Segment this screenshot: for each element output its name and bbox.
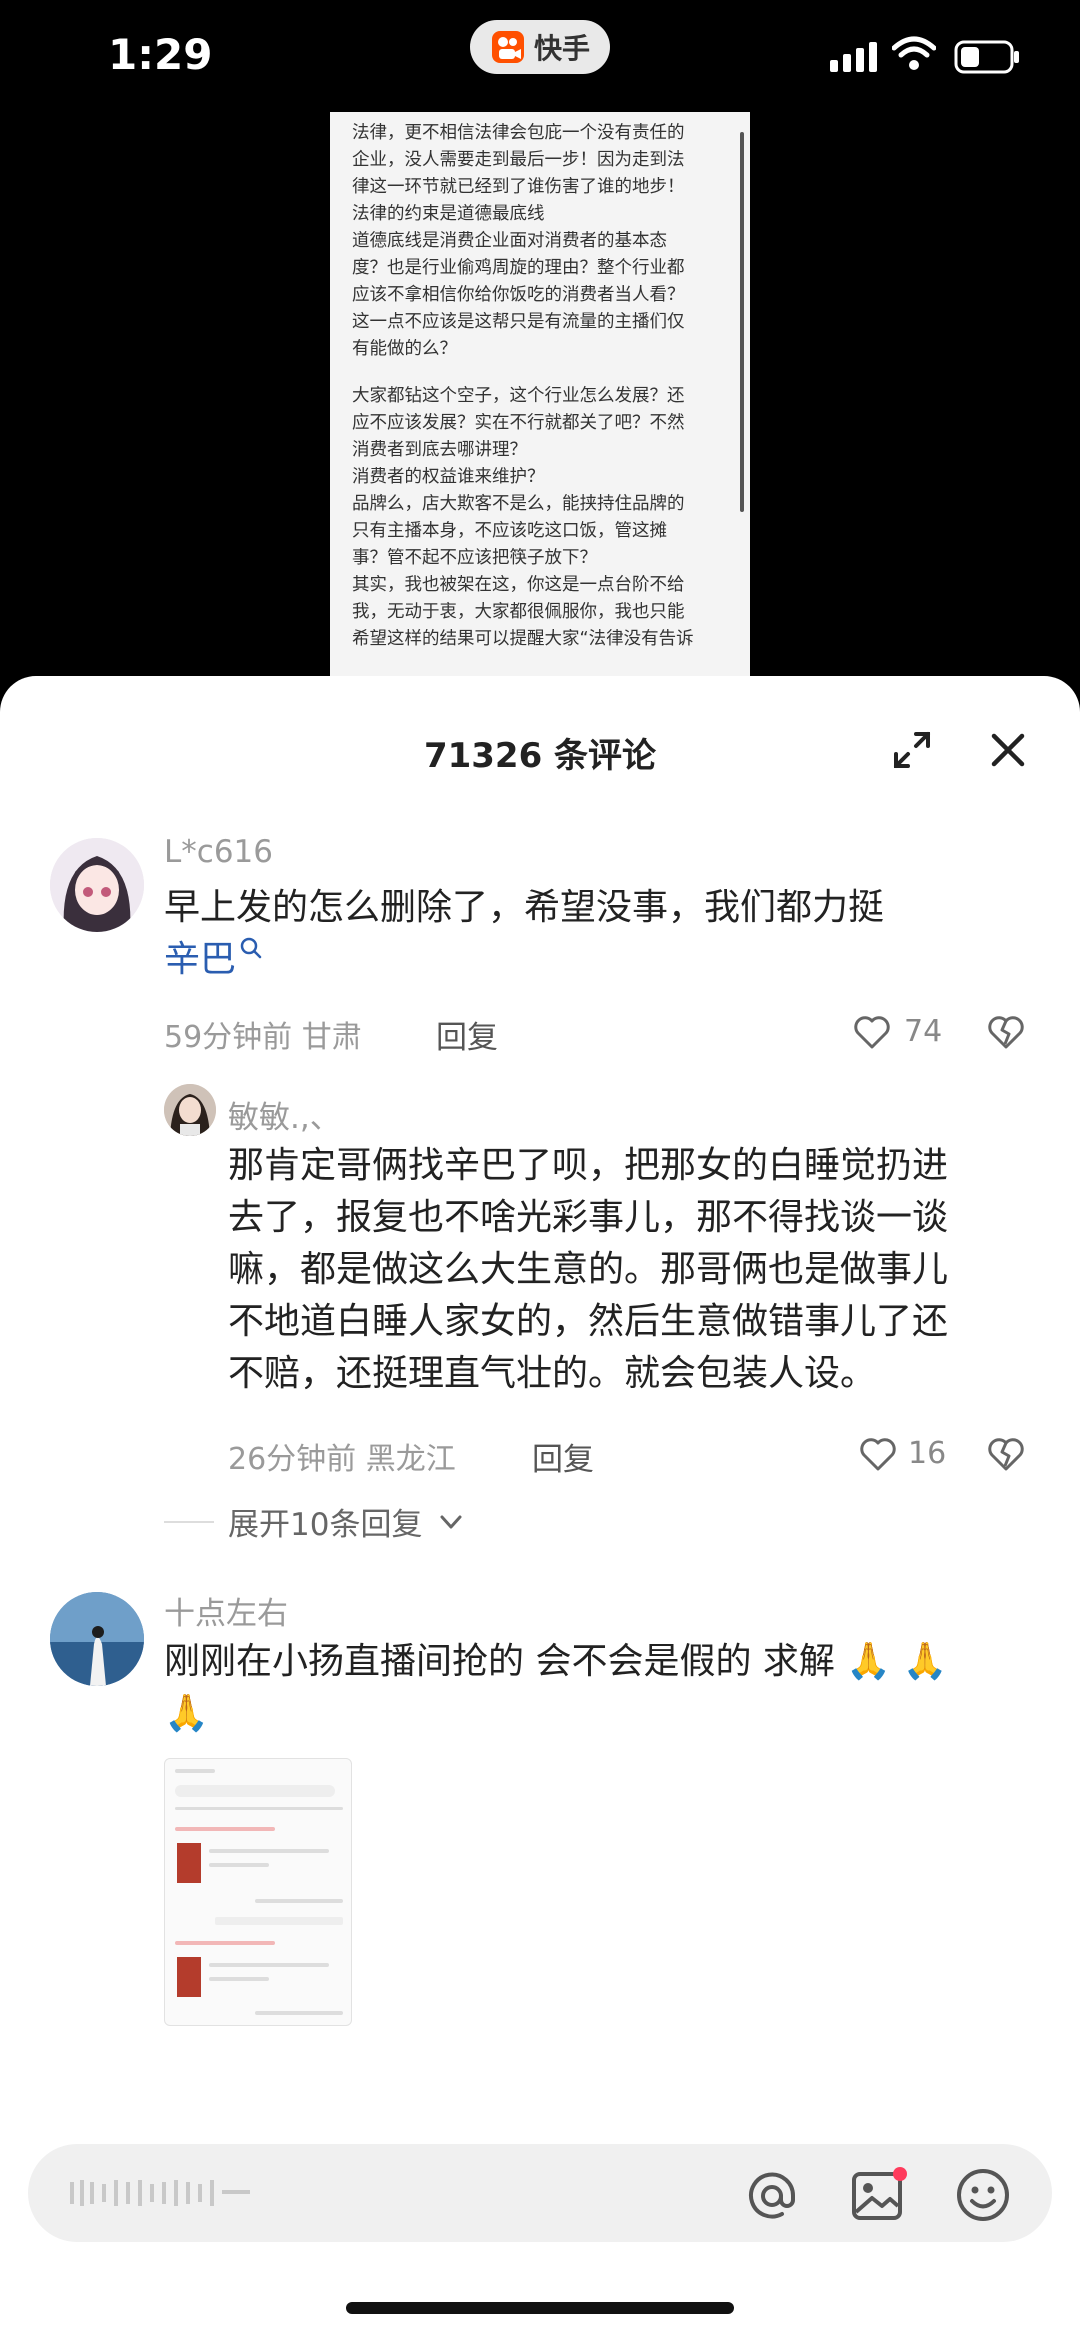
doc-line: 有能做的么？ xyxy=(352,339,457,359)
reply-line: 不地道白睡人家女的，然后生意做错事儿了还 xyxy=(228,1301,949,1342)
reply-meta: 26分钟前 黑龙江 xyxy=(228,1442,456,1477)
blurred-placeholder-icon xyxy=(70,2180,250,2206)
heart-icon[interactable] xyxy=(858,1434,898,1474)
document-screenshot: 法律，更不相信法律会包庇一个没有责任的 企业，没人需要走到最后一步！因为走到法 … xyxy=(330,112,750,712)
app-indicator-pill[interactable]: 快手 xyxy=(470,20,610,74)
doc-line: 律这一环节就已经到了谁伤害了谁的地步！ xyxy=(352,177,685,197)
avatar[interactable] xyxy=(50,1592,144,1686)
expand-replies-label: 展开10条回复 xyxy=(228,1507,423,1543)
chevron-down-icon xyxy=(440,1515,462,1528)
mention-at-icon[interactable] xyxy=(744,2168,800,2224)
reply-line: 嘛，都是做这么大生意的。那哥俩也是做事儿 xyxy=(228,1249,949,1290)
reply-line: 那肯定哥俩找辛巴了呗，把那女的白睡觉扔进 xyxy=(228,1145,949,1186)
doc-line: 消费者的权益谁来维护？ xyxy=(352,467,545,487)
doc-line: 其实，我也被架在这，你这是一点台阶不给 xyxy=(352,575,685,595)
comment-image-attachment[interactable] xyxy=(164,1758,352,2026)
close-icon[interactable] xyxy=(986,728,1030,772)
doc-line: 我，无动于衷，大家都很佩服你，我也只能 xyxy=(352,602,685,622)
search-icon xyxy=(240,937,262,959)
reply-button[interactable]: 回复 xyxy=(436,1012,498,1057)
comment-text: 早上发的怎么删除了，希望没事，我们都力挺 辛巴 xyxy=(164,882,1024,986)
thumb-price xyxy=(255,1899,343,1903)
like-count: 16 xyxy=(908,1436,947,1471)
doc-line: 这一点不应该是这帮只是有流量的主播们仅 xyxy=(352,312,685,332)
avatar-anime-girl-icon xyxy=(50,838,144,932)
divider-line xyxy=(164,1520,214,1523)
thumb-product-title xyxy=(209,1849,329,1853)
reply-button[interactable]: 回复 xyxy=(532,1434,594,1479)
doc-line: 只有主播本身，不应该吃这口饭，管这摊 xyxy=(352,521,667,541)
avatar[interactable] xyxy=(164,1084,216,1136)
cellular-signal-icon xyxy=(830,42,877,72)
video-player[interactable]: 法律，更不相信法律会包庇一个没有责任的 企业，没人需要走到最后一步！因为走到法 … xyxy=(0,112,1080,712)
thumb-buttons xyxy=(215,1917,343,1925)
doc-line: 消费者到底去哪讲理？ xyxy=(352,440,527,460)
mention-link[interactable]: 辛巴 xyxy=(164,939,236,980)
doc-line: 道德底线是消费企业面对消费者的基本态 xyxy=(352,231,667,251)
like-count: 74 xyxy=(904,1014,943,1049)
reply-line: 去了，报复也不啥光彩事儿，那不得找谈一谈 xyxy=(228,1197,949,1238)
doc-line: 法律的约束是道德最底线 xyxy=(352,204,545,224)
thumb-search-bar xyxy=(175,1785,335,1797)
reply-username[interactable]: 敏敏.,、 xyxy=(228,1092,341,1137)
thumb-product-title xyxy=(209,1963,329,1967)
comment-meta: 59分钟前 甘肃 xyxy=(164,1020,362,1055)
doc-gap xyxy=(352,363,728,383)
status-bar: 1:29 快手 xyxy=(0,0,1080,112)
doc-line: 希望这样的结果可以提醒大家“法律没有告诉 xyxy=(352,629,694,649)
status-time: 1:29 xyxy=(108,30,213,79)
app-name: 快手 xyxy=(533,32,590,65)
thumb-product-image xyxy=(177,1843,201,1883)
comment-line: 早上发的怎么删除了，希望没事，我们都力挺 xyxy=(164,887,885,928)
thumb-price xyxy=(255,2011,343,2015)
image-upload-icon[interactable] xyxy=(850,2166,908,2224)
doc-line: 法律，更不相信法律会包庇一个没有责任的 xyxy=(352,123,685,143)
thumb-shop-name xyxy=(175,1827,275,1831)
doc-line: 事？管不起不应该把筷子放下？ xyxy=(352,548,597,568)
avatar-photo-icon xyxy=(164,1084,216,1136)
doc-line: 应不应该发展？实在不行就都关了吧？不然 xyxy=(352,413,685,433)
fullscreen-expand-icon[interactable] xyxy=(890,728,934,772)
doc-line: 大家都钻这个空子，这个行业怎么发展？还 xyxy=(352,386,685,406)
comment-text: 刚刚在小扬直播间抢的 会不会是假的 求解 🙏 🙏 🙏 xyxy=(164,1636,1044,1740)
avatar-seaside-icon xyxy=(50,1592,144,1686)
thumb-product-spec xyxy=(209,1863,269,1867)
doc-line: 度？也是行业偷鸡周旋的理由？整个行业都 xyxy=(352,258,685,278)
comment-username[interactable]: L*c616 xyxy=(164,834,273,870)
kuaishou-logo-icon xyxy=(491,31,524,63)
expand-replies-button[interactable]: 展开10条回复 xyxy=(164,1499,466,1544)
comment-line-link[interactable]: 辛巴 xyxy=(164,934,1024,986)
reply-text: 那肯定哥俩找辛巴了呗，把那女的白睡觉扔进 去了，报复也不啥光彩事儿，那不得找谈一… xyxy=(228,1140,1028,1400)
heart-icon[interactable] xyxy=(852,1012,892,1052)
wifi-icon xyxy=(892,36,936,70)
doc-line: 品牌么，店大欺客不是么，能挟持住品牌的 xyxy=(352,494,685,514)
thumb-product-image xyxy=(177,1957,201,1997)
broken-heart-icon[interactable] xyxy=(986,1012,1026,1052)
broken-heart-icon[interactable] xyxy=(986,1434,1026,1474)
thumb-status-line xyxy=(175,1769,215,1773)
avatar[interactable] xyxy=(50,838,144,932)
battery-icon xyxy=(954,40,1019,74)
comment-line: 🙏 xyxy=(164,1693,209,1734)
comment-line: 刚刚在小扬直播间抢的 会不会是假的 求解 🙏 🙏 xyxy=(164,1641,948,1682)
doc-line: 应该不拿相信你给你饭吃的消费者当人看？ xyxy=(352,285,685,305)
emoji-icon[interactable] xyxy=(954,2166,1012,2224)
reply-line: 不赔，还挺理直气壮的。就会包装人设。 xyxy=(228,1353,877,1394)
doc-line: 企业，没人需要走到最后一步！因为走到法 xyxy=(352,150,685,170)
thumb-product-spec xyxy=(209,1977,269,1981)
thumb-shop-name xyxy=(175,1941,275,1945)
home-indicator[interactable] xyxy=(346,2302,734,2314)
comment-sheet: 71326 条评论 L*c616 早上发的怎么删除了，希望没事，我们都力挺 辛巴… xyxy=(0,676,1080,2338)
comment-username[interactable]: 十点左右 xyxy=(164,1588,288,1633)
thumb-tabs xyxy=(175,1807,343,1810)
